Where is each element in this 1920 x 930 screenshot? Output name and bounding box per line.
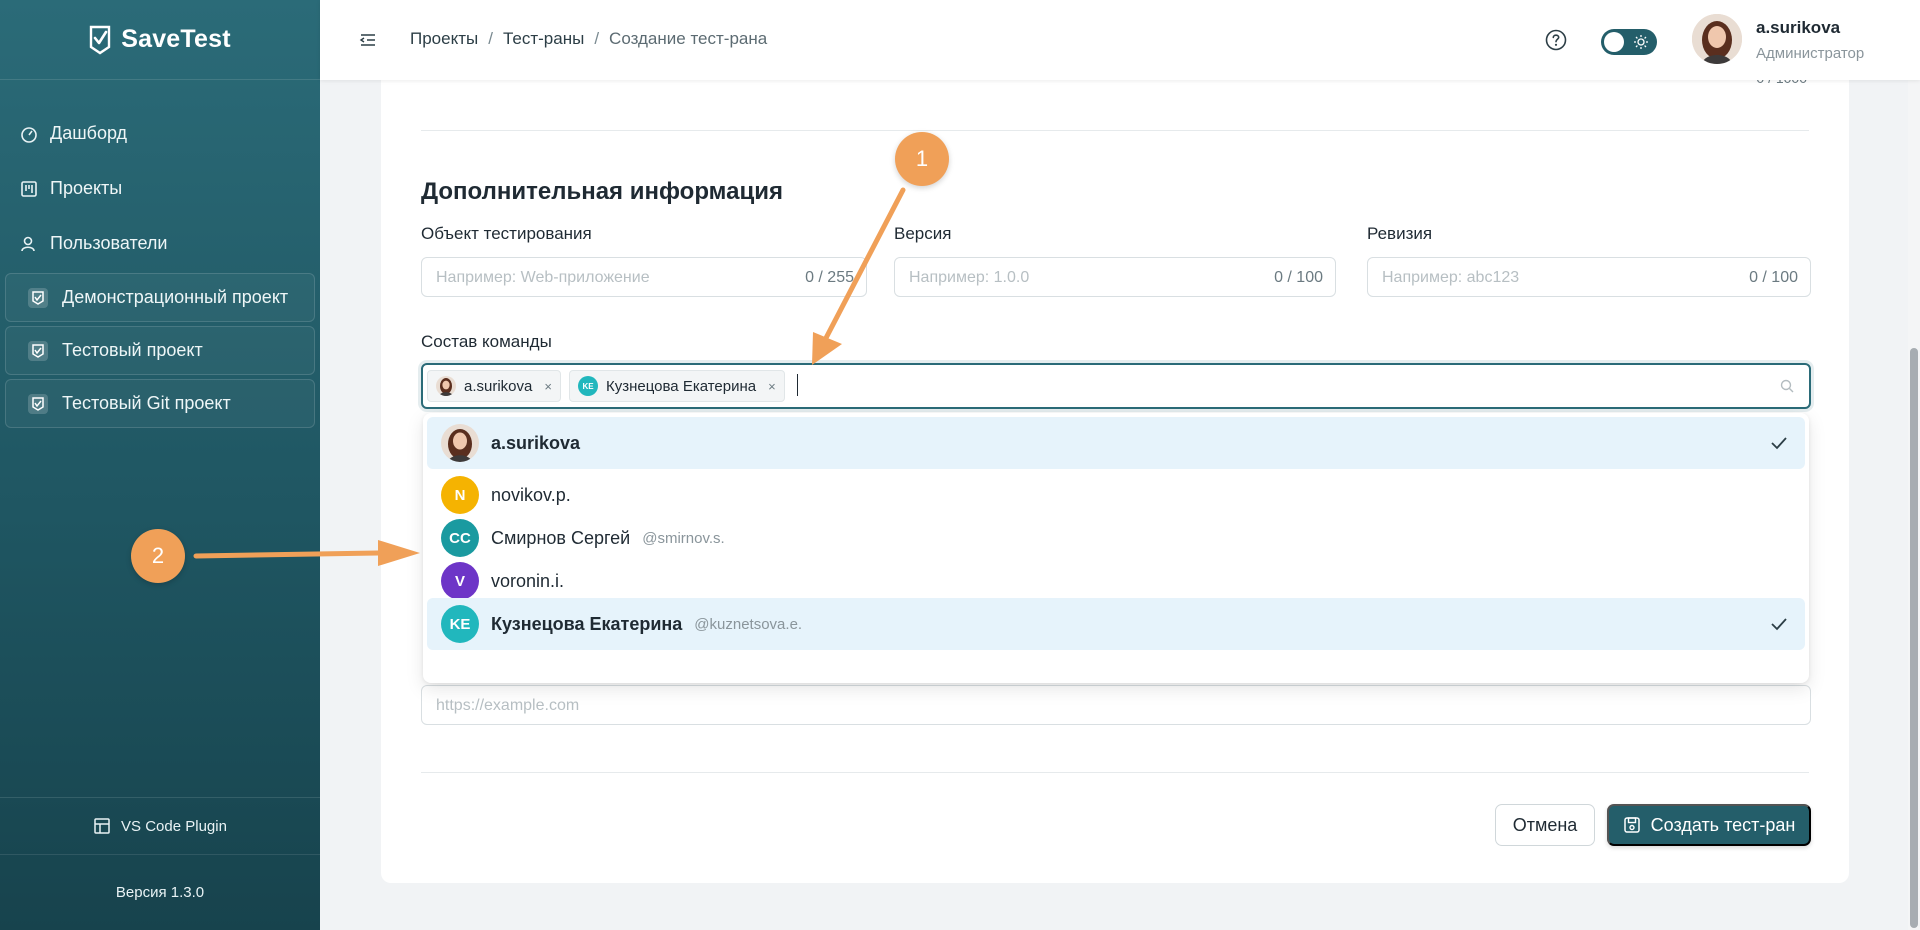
option-name: Смирнов Сергей <box>491 527 631 548</box>
revision-counter: 0 / 100 <box>1749 269 1798 286</box>
divider <box>421 772 1809 773</box>
version-label: Версия <box>894 224 952 243</box>
help-icon[interactable] <box>1544 28 1568 52</box>
sidebar-item-label: Проекты <box>50 178 123 198</box>
avatar: CC <box>441 519 479 557</box>
scrollbar-thumb[interactable] <box>1910 348 1918 928</box>
option-handle: @kuznetsova.e. <box>694 615 803 633</box>
team-tag: KE Кузнецова Екатерина × <box>569 370 785 402</box>
avatar <box>441 424 479 462</box>
url-input[interactable]: https://example.com <box>421 685 1811 725</box>
breadcrumb-test-runs[interactable]: Тест-раны <box>503 29 584 49</box>
dropdown-option[interactable]: a.surikova <box>427 417 1805 469</box>
breadcrumb-projects[interactable]: Проекты <box>410 29 478 49</box>
theme-toggle[interactable] <box>1601 29 1657 55</box>
page-scrollbar[interactable] <box>1908 0 1920 930</box>
sidebar-item-label: Дашборд <box>50 123 128 143</box>
section-title: Дополнительная информация <box>421 178 783 205</box>
object-input[interactable]: Например: Web-приложение 0 / 255 <box>421 257 867 297</box>
project-item[interactable]: Тестовый Git проект <box>5 379 315 428</box>
avatar: KE <box>441 605 479 643</box>
avatar: N <box>441 476 479 514</box>
avatar <box>436 376 456 396</box>
sidebar-item-users[interactable]: Пользователи <box>0 216 320 271</box>
form-card: 0 / 1000 Дополнительная информация Объек… <box>381 60 1849 883</box>
project-icon <box>28 340 48 361</box>
logo-text: SaveTest <box>121 25 231 53</box>
top-header: Проекты / Тест-раны / Создание тест-рана… <box>320 0 1920 80</box>
sidebar-footer: VS Code Plugin Версия 1.3.0 <box>0 797 320 930</box>
project-label: Тестовый Git проект <box>62 393 231 413</box>
breadcrumb-separator: / <box>594 29 600 48</box>
object-label: Объект тестирования <box>421 224 592 243</box>
save-icon <box>1623 817 1640 833</box>
dashboard-icon <box>21 126 37 143</box>
annotation-marker-1: 1 <box>895 132 949 186</box>
sidebar-item-projects[interactable]: Проекты <box>0 161 320 216</box>
project-item[interactable]: Демонстрационный проект <box>5 273 315 322</box>
option-name: a.surikova <box>491 432 581 453</box>
avatar[interactable] <box>1692 14 1742 64</box>
search-icon <box>1780 379 1794 393</box>
sidebar-item-dashboard[interactable]: Дашборд <box>0 106 320 161</box>
avatar: KE <box>578 376 598 396</box>
object-placeholder: Например: Web-приложение <box>436 269 650 286</box>
divider <box>421 130 1809 131</box>
cancel-button[interactable]: Отмена <box>1495 804 1595 846</box>
version-counter: 0 / 100 <box>1274 269 1323 286</box>
sidebar-nav: Дашборд Проекты Пользователи <box>0 80 320 271</box>
project-list: Демонстрационный проект Тестовый проект … <box>0 273 320 428</box>
revision-label: Ревизия <box>1367 224 1433 243</box>
team-label: Состав команды <box>421 332 552 351</box>
revision-input[interactable]: Например: abc123 0 / 100 <box>1367 257 1811 297</box>
version-placeholder: Например: 1.0.0 <box>909 269 1030 286</box>
create-label: Создать тест-ран <box>1650 814 1796 835</box>
toggle-knob <box>1604 32 1624 52</box>
logo-icon <box>90 25 111 54</box>
check-icon <box>1771 437 1787 450</box>
sidebar-item-label: Пользователи <box>50 233 168 253</box>
object-counter: 0 / 255 <box>805 269 854 286</box>
app-version: Версия 1.3.0 <box>0 854 320 930</box>
check-icon <box>1771 618 1787 631</box>
create-test-run-button[interactable]: Создать тест-ран <box>1607 804 1811 846</box>
sun-icon <box>1634 35 1648 49</box>
annotation-marker-2: 2 <box>131 529 185 583</box>
option-handle: @smirnov.s. <box>642 529 725 547</box>
team-dropdown: a.surikova N novikov.p. CC Смирнов Серге… <box>423 413 1809 683</box>
version-input[interactable]: Например: 1.0.0 0 / 100 <box>894 257 1336 297</box>
text-caret <box>797 374 798 396</box>
projects-icon <box>21 180 37 197</box>
project-icon <box>28 287 48 308</box>
plugin-label: VS Code Plugin <box>121 817 227 835</box>
dropdown-option[interactable]: KE Кузнецова Екатерина @kuznetsova.e. <box>427 598 1805 650</box>
team-tag: a.surikova × <box>427 370 561 402</box>
sidebar: SaveTest Дашборд Проекты Пользователи Де… <box>0 0 320 930</box>
breadcrumb-current: Создание тест-рана <box>609 29 768 48</box>
url-placeholder: https://example.com <box>436 697 580 714</box>
plugin-icon <box>94 818 110 834</box>
tag-label: Кузнецова Екатерина <box>606 377 757 395</box>
tag-label: a.surikova <box>464 377 533 395</box>
team-select[interactable]: a.surikova × KE Кузнецова Екатерина × <box>421 363 1811 409</box>
project-item[interactable]: Тестовый проект <box>5 326 315 375</box>
option-name: novikov.p. <box>491 484 571 505</box>
avatar: V <box>441 562 479 600</box>
option-name: voronin.i. <box>491 570 565 591</box>
remove-tag-icon[interactable]: × <box>768 379 776 394</box>
breadcrumb-separator: / <box>488 29 493 48</box>
collapse-sidebar-icon[interactable] <box>358 30 378 50</box>
vscode-plugin-link[interactable]: VS Code Plugin <box>0 798 320 854</box>
project-label: Демонстрационный проект <box>62 287 289 307</box>
breadcrumb: Проекты / Тест-раны / Создание тест-рана <box>410 29 767 49</box>
option-name: Кузнецова Екатерина <box>491 613 683 634</box>
logo[interactable]: SaveTest <box>0 0 320 80</box>
revision-placeholder: Например: abc123 <box>1382 269 1520 286</box>
user-role: Администратор <box>1756 45 1865 62</box>
remove-tag-icon[interactable]: × <box>544 379 552 394</box>
users-icon <box>21 236 35 251</box>
project-icon <box>28 393 48 414</box>
project-label: Тестовый проект <box>62 340 203 360</box>
user-name[interactable]: a.surikova <box>1756 18 1840 38</box>
